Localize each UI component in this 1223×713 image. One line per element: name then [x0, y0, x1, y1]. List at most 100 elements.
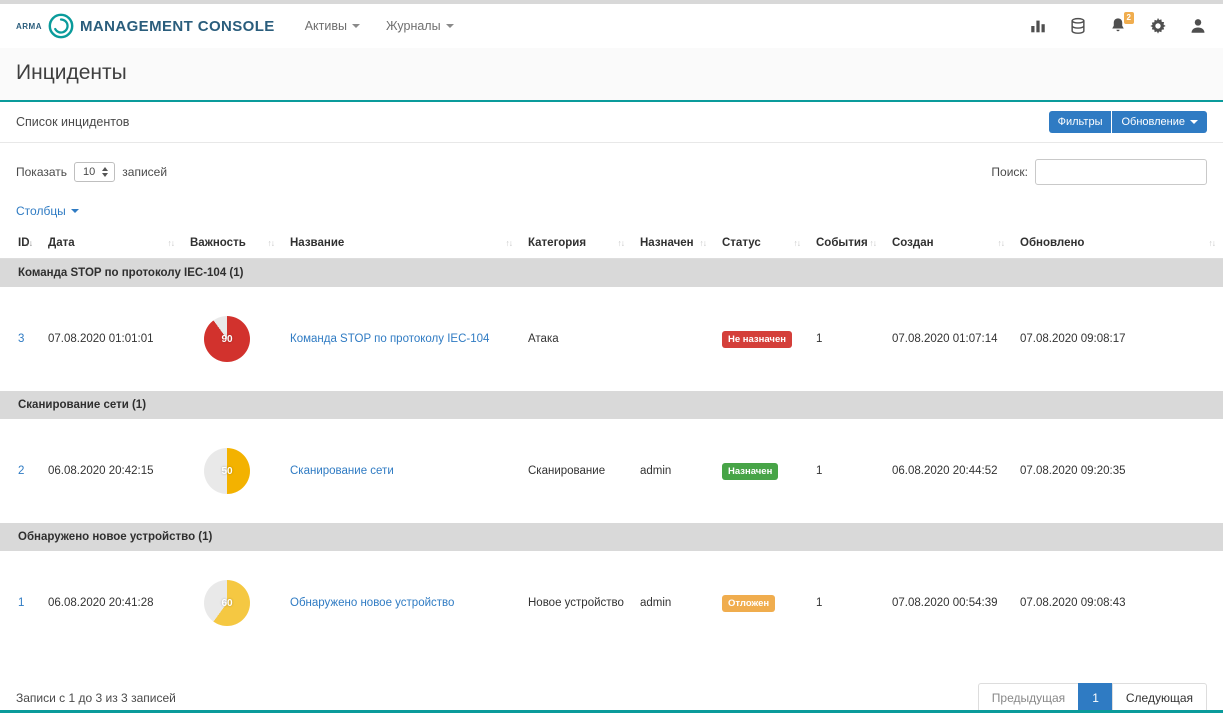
incident-id-link[interactable]: 1 [18, 597, 24, 609]
severity-value: 90 [221, 334, 232, 345]
database-icon[interactable] [1069, 17, 1087, 35]
table-controls: Показать 10 записей Поиск: [0, 143, 1223, 185]
cell-status: Не назначен [714, 287, 808, 391]
incident-name-link[interactable]: Команда STOP по протоколу IEC-104 [290, 333, 489, 345]
cell-events: 1 [808, 551, 884, 655]
refresh-dropdown-button[interactable]: Обновление [1112, 111, 1207, 133]
nav-menu-logs[interactable]: Журналы [386, 19, 454, 33]
sort-icon[interactable]: ↑↓ [998, 238, 1005, 248]
cell-created: 07.08.2020 01:07:14 [884, 287, 1012, 391]
group-row: Сканирование сети (1) [0, 391, 1223, 419]
column-header-status[interactable]: Статус ↑↓ [714, 228, 808, 259]
severity-value: 50 [221, 466, 232, 477]
cell-date: 06.08.2020 20:41:28 [40, 551, 182, 655]
incident-id-link[interactable]: 3 [18, 333, 24, 345]
sort-icon[interactable]: ↑↓ [870, 238, 877, 248]
status-badge: Отложен [722, 595, 775, 612]
columns-dropdown-button[interactable]: Столбцы [16, 204, 79, 218]
cell-created: 06.08.2020 20:44:52 [884, 419, 1012, 523]
nav-menu-assets[interactable]: Активы [305, 19, 360, 33]
table-row: 1 06.08.2020 20:41:28 60 Обнаружено ново… [0, 551, 1223, 655]
table-footer: Записи с 1 до 3 из 3 записей Предыдущая … [0, 655, 1223, 713]
column-header-label: Создан [892, 237, 934, 249]
spinner-arrows-icon [102, 167, 108, 177]
show-label: Показать [16, 165, 67, 179]
cell-updated: 07.08.2020 09:08:17 [1012, 287, 1223, 391]
page-size-select[interactable]: 10 [74, 162, 115, 182]
gear-icon[interactable] [1149, 17, 1167, 35]
column-header-events[interactable]: События↑↓ [808, 228, 884, 259]
severity-value: 60 [221, 598, 232, 609]
column-header-label: Статус [722, 237, 761, 249]
pagination-page-1-button[interactable]: 1 [1078, 683, 1113, 713]
bell-icon[interactable]: 2 [1109, 17, 1127, 35]
filters-button[interactable]: Фильтры [1049, 111, 1112, 133]
table-row: 3 07.08.2020 01:01:01 90 Команда STOP по… [0, 287, 1223, 391]
pagination-next-button[interactable]: Следующая [1112, 683, 1207, 713]
sort-icon[interactable]: ↑↓ [1209, 238, 1216, 248]
cell-id: 2 [0, 419, 40, 523]
cell-events: 1 [808, 419, 884, 523]
chevron-down-icon [71, 209, 79, 213]
cell-id: 3 [0, 287, 40, 391]
top-navbar: ARMA MANAGEMENT CONSOLE Активы Журналы [0, 4, 1223, 48]
panel-actions: Фильтры Обновление [1049, 111, 1207, 133]
column-header-category[interactable]: Категория ↑↓ [520, 228, 632, 259]
user-icon[interactable] [1189, 17, 1207, 35]
notification-count-badge: 2 [1124, 12, 1134, 24]
sort-icon[interactable]: ↑↓ [26, 238, 33, 248]
cell-category: Сканирование [520, 419, 632, 523]
page-size-control: Показать 10 записей [16, 162, 167, 182]
brand-link[interactable]: ARMA MANAGEMENT CONSOLE [16, 12, 275, 40]
table-header-row: ID↑↓ Дата ↑↓ Важность ↑↓ Название↑↓ Катего… [0, 228, 1223, 259]
column-header-label: Назначен [640, 237, 694, 249]
nav-menu-logs-label: Журналы [386, 19, 441, 33]
cell-updated: 07.08.2020 09:20:35 [1012, 419, 1223, 523]
pagination: Предыдущая 1 Следующая [978, 683, 1207, 713]
table-row: 2 06.08.2020 20:42:15 50 Сканирование се… [0, 419, 1223, 523]
chart-icon[interactable] [1029, 17, 1047, 35]
navbar-icon-group: 2 [1029, 17, 1207, 35]
column-header-id[interactable]: ID↑↓ [0, 228, 40, 259]
severity-donut: 60 [204, 580, 250, 626]
pagination-prev-button[interactable]: Предыдущая [978, 683, 1079, 713]
sort-icon[interactable]: ↑↓ [618, 238, 625, 248]
column-header-label: Обновлено [1020, 237, 1084, 249]
column-header-date[interactable]: Дата ↑↓ [40, 228, 182, 259]
group-label: Сканирование сети (1) [0, 391, 1223, 419]
incident-id-link[interactable]: 2 [18, 465, 24, 477]
search-label: Поиск: [991, 165, 1028, 179]
chevron-down-icon [1190, 120, 1198, 124]
column-header-created[interactable]: Создан ↑↓ [884, 228, 1012, 259]
severity-donut: 50 [204, 448, 250, 494]
brand-title: MANAGEMENT CONSOLE [80, 18, 275, 35]
cell-status: Назначен [714, 419, 808, 523]
sort-icon[interactable]: ↑↓ [700, 238, 707, 248]
column-header-label: Важность [190, 237, 246, 249]
cell-id: 1 [0, 551, 40, 655]
incident-name-link[interactable]: Сканирование сети [290, 465, 394, 477]
search-input[interactable] [1035, 159, 1207, 185]
page-title-bar: Инциденты [0, 48, 1223, 102]
sort-icon[interactable]: ↑↓ [268, 238, 275, 248]
column-header-name[interactable]: Название↑↓ [282, 228, 520, 259]
records-info: Записи с 1 до 3 из 3 записей [16, 691, 176, 705]
cell-assignee: admin [632, 551, 714, 655]
cell-status: Отложен [714, 551, 808, 655]
cell-assignee [632, 287, 714, 391]
severity-donut: 90 [204, 316, 250, 362]
sort-icon[interactable]: ↑↓ [168, 238, 175, 248]
arma-logo-text: ARMA [16, 22, 42, 31]
column-header-severity[interactable]: Важность ↑↓ [182, 228, 282, 259]
column-header-assignee[interactable]: Назначен ↑↓ [632, 228, 714, 259]
page-size-value: 10 [83, 166, 95, 178]
sort-icon[interactable]: ↑↓ [794, 238, 801, 248]
incident-name-link[interactable]: Обнаружено новое устройство [290, 597, 454, 609]
column-header-label: Дата [48, 237, 75, 249]
sort-icon[interactable]: ↑↓ [506, 238, 513, 248]
nav-menu-assets-label: Активы [305, 19, 347, 33]
column-header-label: Категория [528, 237, 586, 249]
columns-row: Столбцы [0, 185, 1223, 228]
incidents-table: ID↑↓ Дата ↑↓ Важность ↑↓ Название↑↓ Катего… [0, 228, 1223, 655]
column-header-updated[interactable]: Обновлено ↑↓ [1012, 228, 1223, 259]
